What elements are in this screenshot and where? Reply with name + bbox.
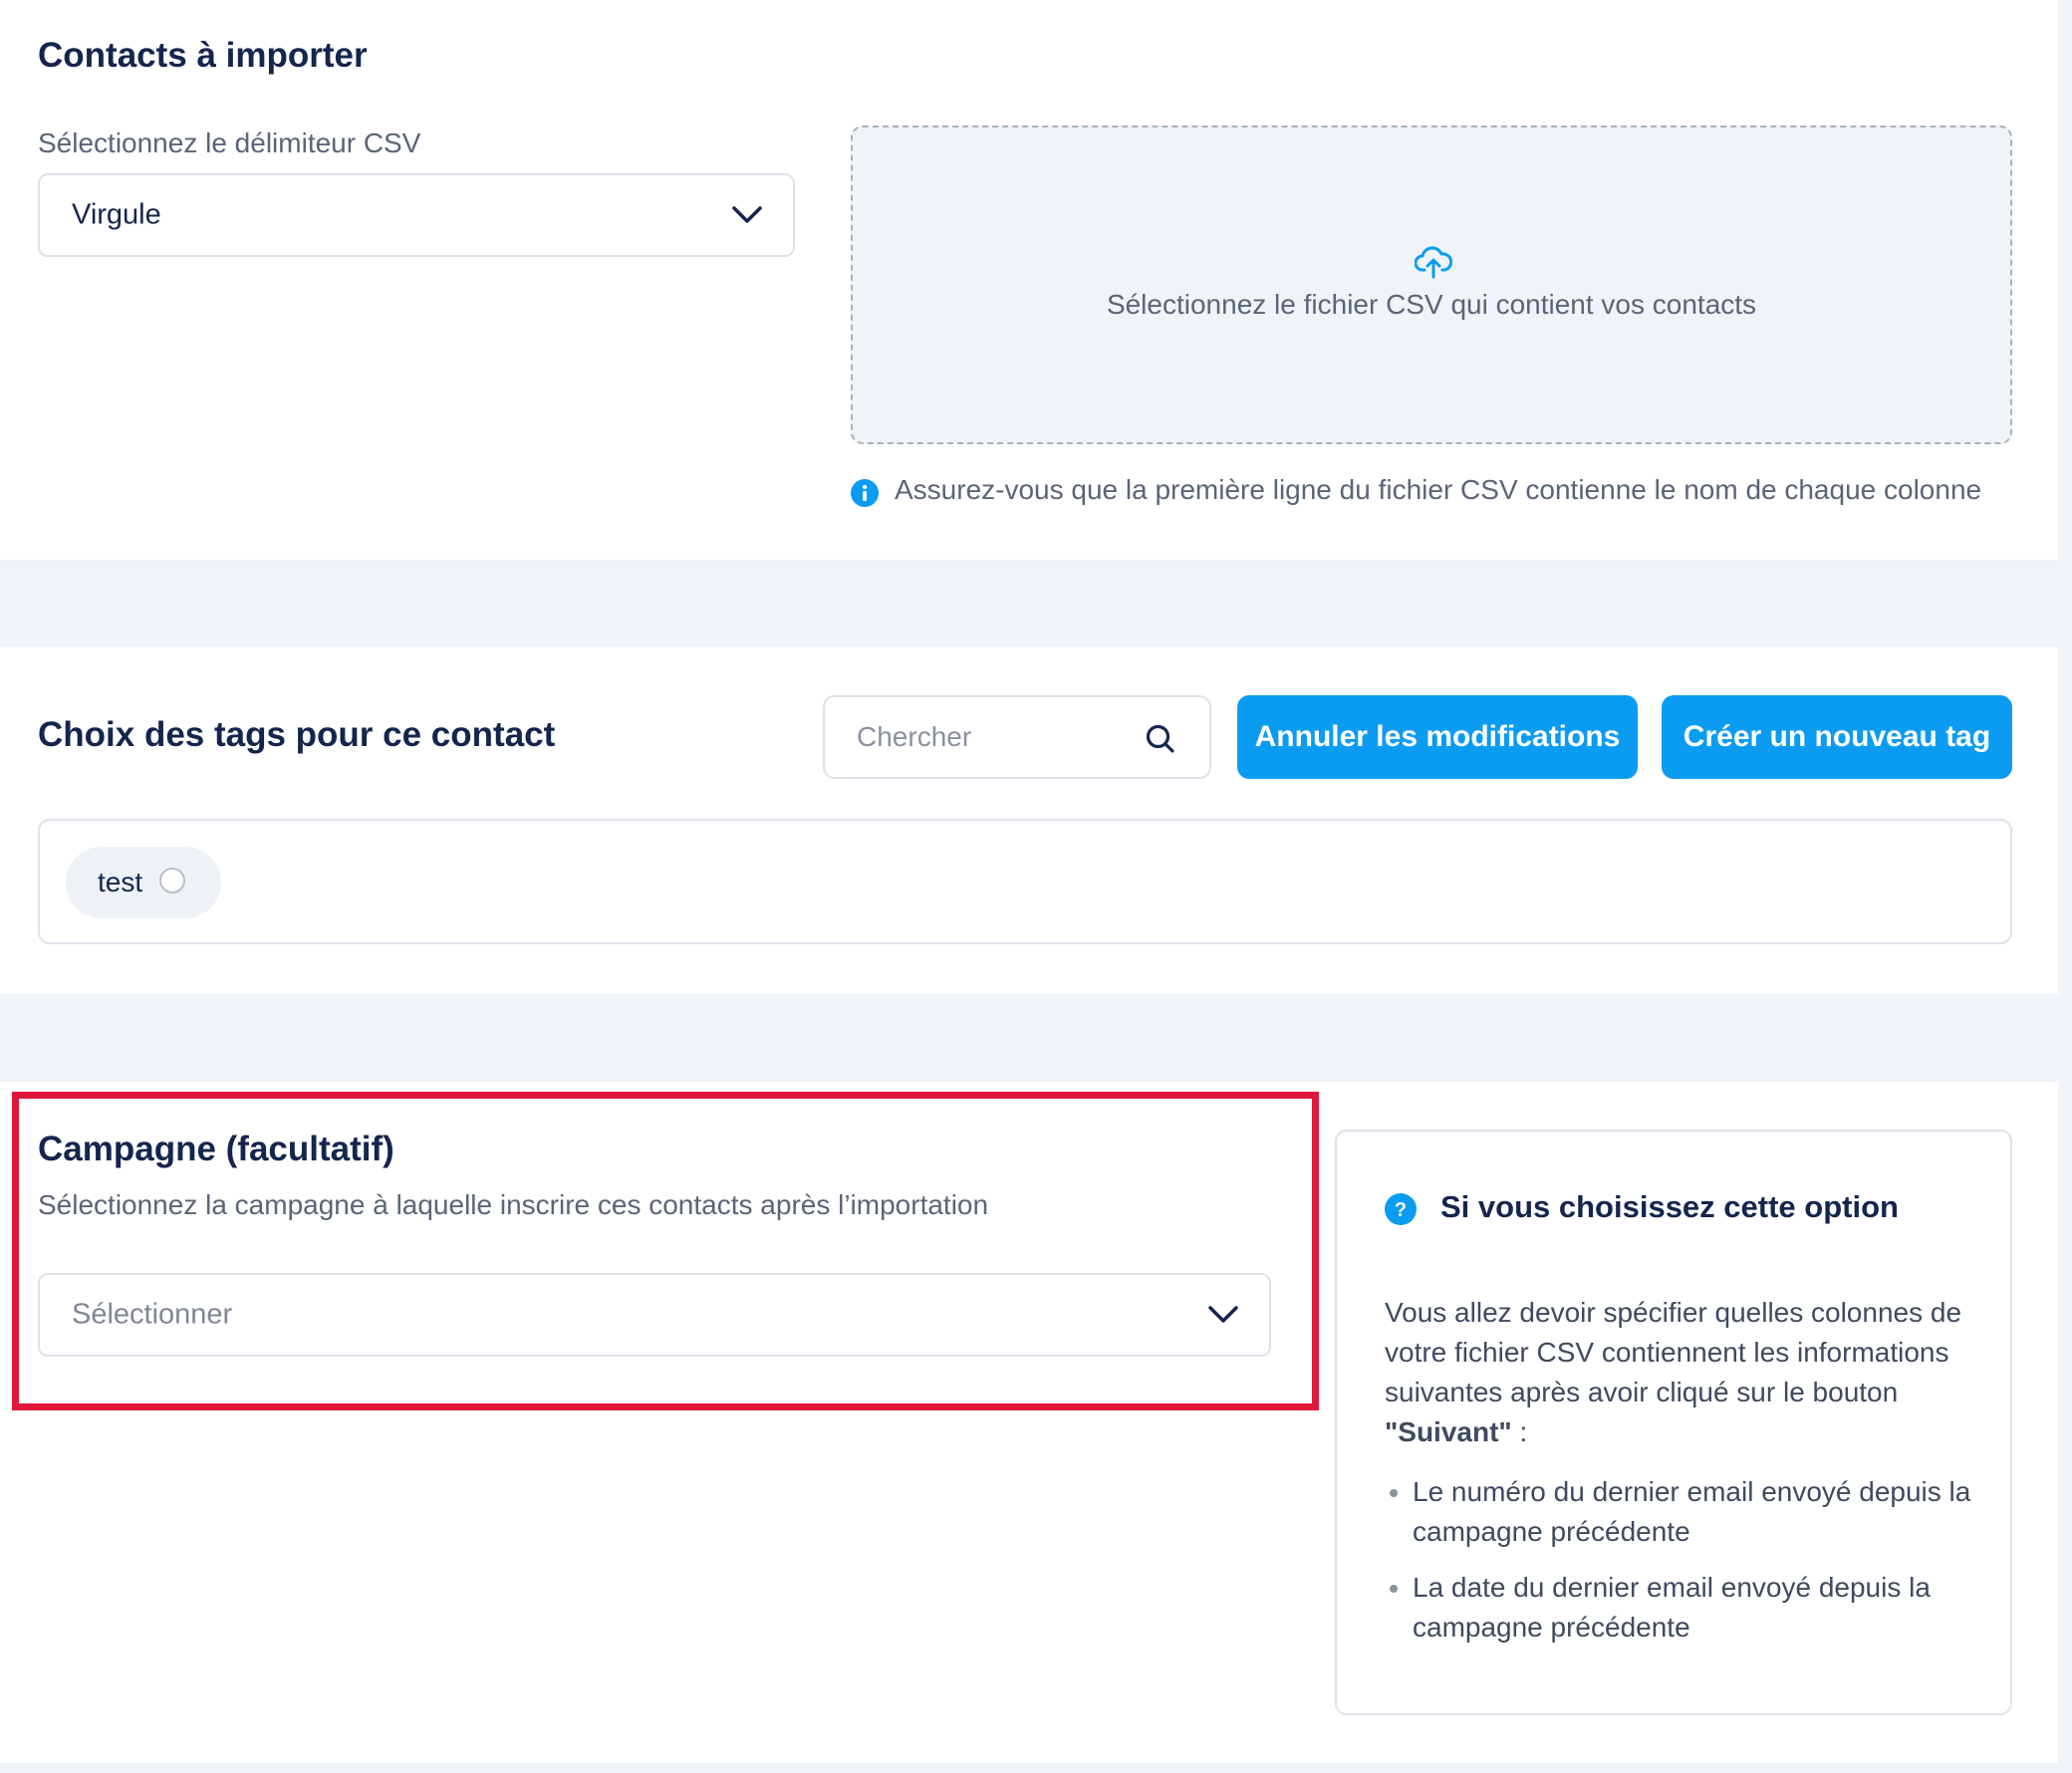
cancel-changes-button[interactable]: Annuler les modifications xyxy=(1237,695,1638,779)
help-intro: Vous allez devoir spécifier quelles colo… xyxy=(1385,1293,1982,1452)
create-tag-button[interactable]: Créer un nouveau tag xyxy=(1662,695,2012,779)
campaign-card: Campagne (facultatif) Sélectionnez la ca… xyxy=(0,1082,2058,1763)
help-intro-end: : xyxy=(1511,1416,1528,1447)
tags-title: Choix des tags pour ce contact xyxy=(38,715,556,754)
help-bullets: Le numéro du dernier email envoyé depuis… xyxy=(1385,1472,1982,1647)
tag-list: test xyxy=(38,819,2012,944)
question-circle-icon: ? xyxy=(1385,1193,1417,1225)
tag-radio[interactable] xyxy=(159,868,185,893)
cloud-upload-icon xyxy=(1415,246,1452,279)
tag-chip[interactable]: test xyxy=(66,847,221,918)
import-title: Contacts à importer xyxy=(38,36,368,75)
help-intro-strong: "Suivant" xyxy=(1385,1416,1512,1447)
help-body: Vous allez devoir spécifier quelles colo… xyxy=(1385,1293,1982,1663)
tags-card: Choix des tags pour ce contact Annuler l… xyxy=(0,647,2058,994)
help-title: Si vous choisissez cette option xyxy=(1440,1189,1899,1224)
campaign-select[interactable]: Sélectionner xyxy=(38,1273,1271,1357)
campaign-subtitle: Sélectionnez la campagne à laquelle insc… xyxy=(38,1189,989,1220)
delimiter-select[interactable]: Virgule xyxy=(38,173,795,257)
csv-dropzone[interactable]: Sélectionnez le fichier CSV qui contient… xyxy=(851,126,2012,444)
search-icon[interactable] xyxy=(1146,724,1175,754)
help-bullet: Le numéro du dernier email envoyé depuis… xyxy=(1413,1472,1982,1552)
help-intro-text: Vous allez devoir spécifier quelles colo… xyxy=(1385,1297,1962,1407)
info-note: Assurez-vous que la première ligne du fi… xyxy=(895,474,1982,505)
svg-text:?: ? xyxy=(1395,1199,1407,1221)
tag-search-field[interactable] xyxy=(823,695,1211,779)
dropzone-text: Sélectionnez le fichier CSV qui contient… xyxy=(1106,289,1757,320)
help-panel: ? Si vous choisissez cette option Vous a… xyxy=(1335,1130,2012,1715)
delimiter-label: Sélectionnez le délimiteur CSV xyxy=(38,127,421,158)
campaign-select-placeholder: Sélectionner xyxy=(72,1298,233,1331)
import-card: Contacts à importer Sélectionnez le déli… xyxy=(0,0,2058,560)
help-bullet: La date du dernier email envoyé depuis l… xyxy=(1413,1568,1982,1647)
info-icon xyxy=(851,479,879,507)
chevron-down-icon xyxy=(1208,1306,1238,1323)
campaign-title: Campagne (facultatif) xyxy=(38,1130,394,1168)
delimiter-value: Virgule xyxy=(72,198,161,231)
tag-search-input[interactable] xyxy=(855,720,1138,754)
chevron-down-icon xyxy=(732,206,762,223)
tag-label: test xyxy=(98,867,143,897)
